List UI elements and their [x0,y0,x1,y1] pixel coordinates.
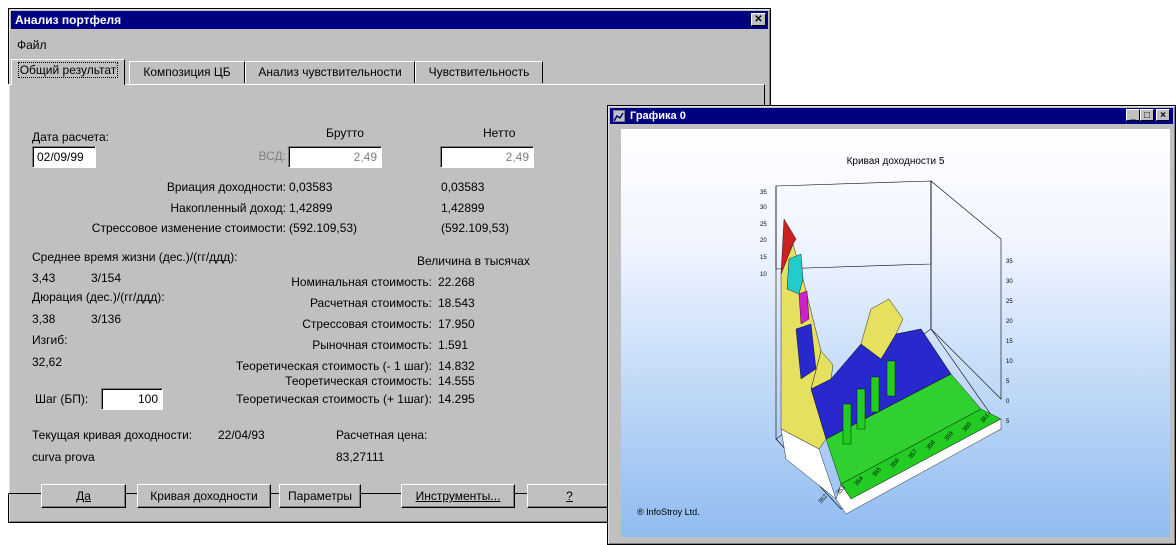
step-label: Шаг (БП): [35,392,89,406]
yield-variation-label: Вриация доходности: [166,180,286,194]
thousands-note: Величина в тысячах [417,254,530,268]
calc-date-label: Дата расчета: [32,130,110,144]
maximize-icon: □ [1143,110,1151,121]
calc-date-field[interactable]: 02/09/99 [32,146,96,168]
calc-value: 18.543 [438,296,475,310]
surface-pieces [780,218,1002,515]
right-tick-2: 25 [1006,299,1013,305]
theor-plus-label: Теоретическая стоимость (+ 1шаг): [236,392,432,406]
help-button[interactable]: ? [527,484,612,508]
avg-life-dec: 3,43 [32,271,56,285]
stress-change-netto: (592.109,53) [441,221,510,235]
right-tick-0: 35 [1006,259,1013,265]
ok-button[interactable]: Да [41,484,126,508]
menu-file[interactable]: Файл [17,38,47,52]
curve-name: curva prova [32,450,95,464]
right-tick-1: 30 [1006,279,1013,285]
market-value: 1.591 [438,338,469,352]
tab-general-result[interactable]: Общий результат [11,59,125,85]
yield-variation-netto: 0,03583 [441,180,485,194]
current-curve-label: Текущая кривая доходности: [32,428,193,442]
left-tick-20: 20 [760,238,767,244]
current-curve-date: 22/04/93 [218,428,265,442]
right-tick-4: 15 [1006,339,1013,345]
tab-sensitivity-analysis[interactable]: Анализ чувствительности [245,61,415,83]
graph-close-icon: × [1160,110,1166,121]
calc-value-label: Расчетная стоимость: [309,296,432,310]
theor-minus-value: 14.832 [438,359,475,373]
step-field[interactable]: 100 [101,388,163,410]
tools-button[interactable]: Инструменты... [401,484,515,508]
left-tick-30: 30 [760,205,767,211]
bend-value: 32,62 [32,355,63,369]
graph-titlebar: Графика 0 _ □ × [610,108,1173,124]
close-button[interactable]: ✕ [751,13,766,26]
stress-change-label: Стрессовое изменение стоимости: [91,221,286,235]
graph-window: Графика 0 _ □ × Кривая доходности 5 ® In… [607,105,1176,545]
vsd-netto-field[interactable]: 2,49 [440,146,534,168]
avg-life-label: Среднее время жизни (дес.)/(гг/ддд): [32,250,238,264]
bend-label: Изгиб: [32,333,68,347]
accumulated-income-netto: 1,42899 [441,201,485,215]
right-tick-3: 20 [1006,319,1013,325]
brutto-header: Брутто [326,126,364,140]
duration-yyddd: 3/136 [91,312,122,326]
stress-change-brutto: (592.109,53) [289,221,358,235]
accumulated-income-label: Накопленный доход: [170,201,286,215]
stress-value-label: Стрессовая стоимость: [302,317,432,331]
yield-curve-button[interactable]: Кривая доходности [137,484,271,508]
graph-window-title: Графика 0 [630,110,686,122]
nominal-value: 22.268 [438,275,475,289]
main-window-title: Анализ портфеля [15,13,122,27]
left-tick-10: 10 [760,272,767,278]
chart-area: Кривая доходности 5 ® InfoStroy Ltd. 35 … [621,129,1170,537]
right-tick-8: 5 [1006,419,1010,425]
duration-label: Дюрация (дес.)/(гг/ддд): [32,290,165,304]
market-value-label: Рыночная стоимость: [312,338,432,352]
nominal-value-label: Номинальная стоимость: [291,275,432,289]
tab-sensitivity[interactable]: Чувствительность [415,61,543,83]
tab-securities-composition[interactable]: Композиция ЦБ [129,61,245,83]
calc-price-value: 83,27111 [336,450,385,464]
theor-minus-label: Теоретическая стоимость (- 1 шаг): [235,359,432,373]
vsd-brutto-field[interactable]: 2,49 [288,146,382,168]
right-tick-5: 10 [1006,359,1013,365]
graph-close-button[interactable]: × [1156,109,1170,121]
maximize-button[interactable]: □ [1140,109,1154,121]
stress-value: 17.950 [438,317,475,331]
yield-variation-brutto: 0,03583 [289,180,333,194]
yield-surface-3d: 35 30 25 20 15 10 35 30 25 20 15 10 5 0 … [760,180,1013,515]
duration-dec: 3,38 [32,312,56,326]
close-icon: ✕ [754,14,763,25]
minimize-button[interactable]: _ [1126,109,1140,121]
parameters-button[interactable]: Параметры [279,484,361,508]
theor-value: 14.555 [438,374,475,388]
accumulated-income-brutto: 1,42899 [289,201,333,215]
graph-app-icon [613,110,625,122]
theor-plus-value: 14.295 [438,392,475,406]
right-tick-6: 5 [1006,379,1010,385]
avg-life-yyddd: 3/154 [91,271,122,285]
theor-label: Теоретическая стоимость: [285,374,432,388]
right-tick-7: 0 [1006,399,1010,405]
vsd-label: ВСД: [258,149,286,163]
minimize-icon: _ [1130,110,1136,121]
left-tick-15: 15 [760,255,767,261]
left-tick-35: 35 [760,190,767,196]
main-titlebar: Анализ портфеля ✕ [11,11,768,29]
netto-header: Нетто [483,126,516,140]
left-tick-25: 25 [760,222,767,228]
calc-price-label: Расчетная цена: [336,428,428,442]
